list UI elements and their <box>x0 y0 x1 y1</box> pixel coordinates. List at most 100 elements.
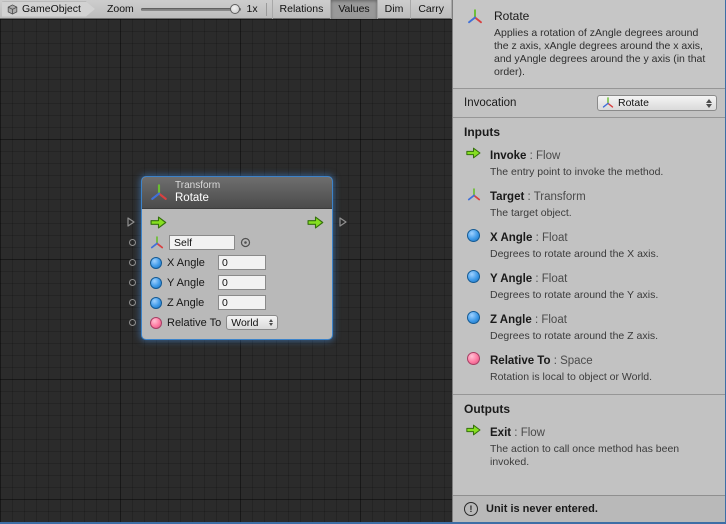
graph-canvas[interactable]: Transform Rotate Self <box>0 19 452 522</box>
x-angle-connection-point[interactable] <box>129 259 136 266</box>
z-angle-input[interactable] <box>218 295 266 310</box>
port-type: Transform <box>524 191 585 203</box>
transform-icon <box>602 97 614 109</box>
zoom-slider[interactable] <box>141 3 241 15</box>
x-angle-input[interactable] <box>218 255 266 270</box>
inputs-header: Inputs <box>453 118 725 143</box>
port-entry-z-angle: Z AngleFloat Degrees to rotate around th… <box>453 307 725 348</box>
port-name: Invoke <box>490 150 526 162</box>
port-description: Rotation is local to object or World. <box>490 371 652 384</box>
relative-to-port-icon[interactable] <box>150 317 162 329</box>
exit-connection-point[interactable] <box>339 217 347 227</box>
y-angle-port-icon[interactable] <box>150 277 162 289</box>
relative-to-label: Relative To <box>167 317 221 329</box>
graph-toolbar: GameObject Zoom 1x Relations Values Dim … <box>0 0 452 19</box>
port-entry-x-angle: X AngleFloat Degrees to rotate around th… <box>453 225 725 266</box>
float-icon <box>465 228 482 261</box>
inspector-title: Rotate <box>494 9 708 23</box>
relative-to-connection-point[interactable] <box>129 319 136 326</box>
target-value: Self <box>174 237 192 249</box>
port-entry-invoke: InvokeFlow The entry point to invoke the… <box>453 143 725 184</box>
transform-rotate-node[interactable]: Transform Rotate Self <box>142 177 332 339</box>
x-angle-row: X Angle <box>150 254 324 271</box>
port-description: The target object. <box>490 207 586 220</box>
target-row: Self <box>150 234 324 251</box>
node-header[interactable]: Transform Rotate <box>142 177 332 209</box>
z-angle-connection-point[interactable] <box>129 299 136 306</box>
warning-bar: Unit is never entered. <box>453 495 725 522</box>
breadcrumb-label: GameObject <box>22 3 81 15</box>
z-angle-row: Z Angle <box>150 294 324 311</box>
dropdown-arrows-icon <box>706 99 712 108</box>
port-description: Degrees to rotate around the X axis. <box>490 248 659 261</box>
invoke-connection-point[interactable] <box>127 217 135 227</box>
y-angle-input[interactable] <box>218 275 266 290</box>
outputs-section: Outputs ExitFlow The action to call once… <box>453 394 725 474</box>
target-field[interactable]: Self <box>169 235 235 250</box>
inspector-description: Applies a rotation of zAngle degrees aro… <box>494 27 708 79</box>
port-entry-target: TargetTransform The target object. <box>453 184 725 225</box>
flow-icon <box>465 146 482 179</box>
relations-button[interactable]: Relations <box>272 0 331 19</box>
port-description: Degrees to rotate around the Y axis. <box>490 289 658 302</box>
relative-to-value: World <box>231 317 258 329</box>
float-icon <box>465 269 482 302</box>
flow-port-row <box>150 214 324 230</box>
dropdown-arrows-icon <box>269 319 273 326</box>
node-title: Transform <box>175 180 220 192</box>
port-type: Flow <box>511 427 545 439</box>
transform-icon <box>467 9 483 25</box>
port-name: Y Angle <box>490 273 532 285</box>
cube-icon <box>7 4 18 15</box>
z-angle-label: Z Angle <box>167 297 213 309</box>
port-type: Float <box>532 314 567 326</box>
bolt-graph-window: GameObject Zoom 1x Relations Values Dim … <box>0 0 726 524</box>
x-angle-label: X Angle <box>167 257 213 269</box>
relative-to-row: Relative To World <box>150 314 324 331</box>
warning-icon <box>464 502 478 516</box>
warning-text: Unit is never entered. <box>486 503 598 515</box>
port-name: Z Angle <box>490 314 532 326</box>
flow-icon <box>465 423 482 469</box>
invocation-value: Rotate <box>618 97 649 109</box>
z-angle-port-icon[interactable] <box>150 297 162 309</box>
port-type: Float <box>532 273 567 285</box>
zoom-slider-thumb[interactable] <box>230 4 240 14</box>
dim-button[interactable]: Dim <box>377 0 411 19</box>
invocation-dropdown[interactable]: Rotate <box>597 95 717 111</box>
transform-icon <box>150 184 168 202</box>
space-icon <box>465 351 482 384</box>
y-angle-connection-point[interactable] <box>129 279 136 286</box>
port-description: The action to call once method has been … <box>490 443 708 469</box>
values-button[interactable]: Values <box>330 0 376 19</box>
inspector-panel: Rotate Applies a rotation of zAngle degr… <box>452 0 725 522</box>
exit-port-icon[interactable] <box>307 216 324 229</box>
port-description: The entry point to invoke the method. <box>490 166 663 179</box>
invocation-label: Invocation <box>464 97 516 109</box>
relative-to-dropdown[interactable]: World <box>226 315 278 330</box>
zoom-value: 1x <box>247 3 258 15</box>
y-angle-row: Y Angle <box>150 274 324 291</box>
target-connection-point[interactable] <box>129 239 136 246</box>
float-icon <box>465 310 482 343</box>
port-description: Degrees to rotate around the Z axis. <box>490 330 658 343</box>
zoom-label: Zoom <box>107 3 134 15</box>
port-name: Exit <box>490 427 511 439</box>
transform-icon <box>465 187 482 220</box>
port-entry-y-angle: Y AngleFloat Degrees to rotate around th… <box>453 266 725 307</box>
breadcrumb-gameobject[interactable]: GameObject <box>2 2 95 17</box>
node-body: Self X Angle Y Angle Z Angle <box>142 209 332 339</box>
x-angle-port-icon[interactable] <box>150 257 162 269</box>
carry-button[interactable]: Carry <box>410 0 452 19</box>
transform-port-icon[interactable] <box>150 236 164 250</box>
port-entry-relative-to: Relative ToSpace Rotation is local to ob… <box>453 348 725 389</box>
port-name: Relative To <box>490 355 551 367</box>
invoke-port-icon[interactable] <box>150 216 167 229</box>
port-type: Flow <box>526 150 560 162</box>
outputs-header: Outputs <box>453 395 725 420</box>
inputs-section: Inputs InvokeFlow The entry point to inv… <box>453 118 725 389</box>
port-type: Space <box>551 355 593 367</box>
node-subtitle: Rotate <box>175 192 220 205</box>
inspector-header: Rotate Applies a rotation of zAngle degr… <box>453 0 725 89</box>
object-picker-icon[interactable] <box>240 237 251 248</box>
